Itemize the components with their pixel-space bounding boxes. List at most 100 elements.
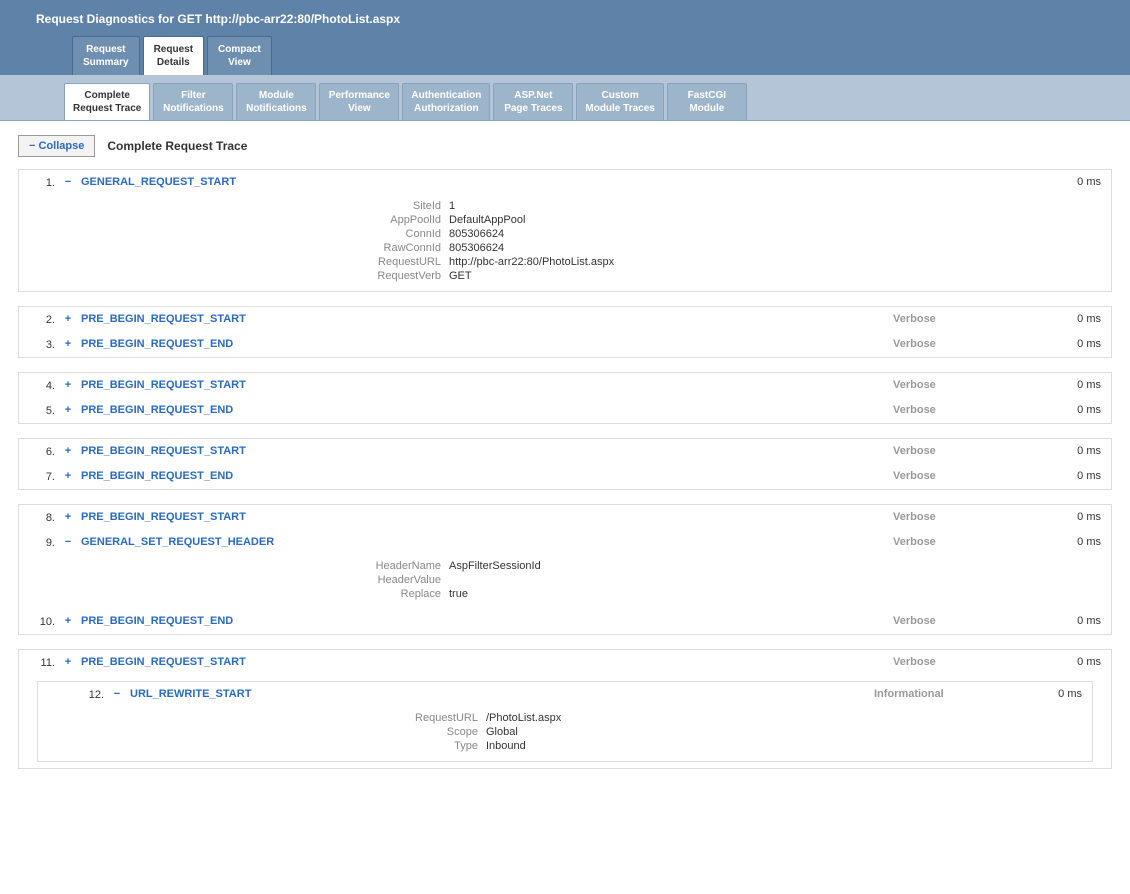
entry-name[interactable]: PRE_BEGIN_REQUEST_END [81, 470, 885, 482]
entry-time: 0 ms [1051, 470, 1101, 482]
entry-level: Verbose [893, 313, 1043, 325]
entry-name[interactable]: PRE_BEGIN_REQUEST_END [81, 615, 885, 627]
detail-row: HeaderValue [19, 573, 1111, 587]
collapse-button[interactable]: − Collapse [18, 135, 95, 157]
expand-icon[interactable]: + [63, 379, 73, 391]
trace-entry: 3.+PRE_BEGIN_REQUEST_ENDVerbose0 ms [19, 332, 1111, 357]
detail-key: RequestURL [19, 256, 449, 268]
entry-level: Verbose [893, 379, 1043, 391]
sub-tab[interactable]: FastCGIModule [667, 83, 747, 120]
page-title: Request Diagnostics for GET http://pbc-a… [8, 8, 1122, 36]
entry-name[interactable]: PRE_BEGIN_REQUEST_END [81, 404, 885, 416]
section-title: Complete Request Trace [107, 139, 247, 153]
entry-number: 7. [19, 470, 55, 483]
expand-icon[interactable]: + [63, 470, 73, 482]
sub-tab[interactable]: CustomModule Traces [576, 83, 663, 120]
expand-icon[interactable]: + [63, 445, 73, 457]
entry-number: 10. [19, 615, 55, 628]
collapse-row: − Collapse Complete Request Trace [18, 135, 1112, 157]
trace-group: 11. + PRE_BEGIN_REQUEST_START Verbose 0 ms12… [18, 649, 1112, 769]
header-bar: Request Diagnostics for GET http://pbc-a… [0, 0, 1130, 75]
expand-icon[interactable]: + [63, 313, 73, 325]
expand-icon[interactable]: + [63, 404, 73, 416]
entry-level: Verbose [893, 511, 1043, 523]
entry-time: 0 ms [1051, 404, 1101, 416]
sub-tab[interactable]: FilterNotifications [153, 83, 233, 120]
detail-value: Inbound [486, 740, 526, 752]
trace-groups: 1.−GENERAL_REQUEST_START0 msSiteId1AppPo… [18, 169, 1112, 769]
sub-tab[interactable]: CompleteRequest Trace [64, 83, 150, 120]
detail-value: DefaultAppPool [449, 214, 525, 226]
sub-tab[interactable]: ASP.NetPage Traces [493, 83, 573, 120]
entry-details: RequestURL/PhotoList.aspxScopeGlobalType… [56, 711, 1092, 753]
entry-name[interactable]: PRE_BEGIN_REQUEST_START [81, 656, 885, 668]
nested-group: 12.−URL_REWRITE_STARTInformational0 ms Re… [37, 681, 1093, 762]
entry-level: Verbose [893, 445, 1043, 457]
entry-number: 1. [19, 176, 55, 189]
detail-value: true [449, 588, 468, 600]
entry-number: 9. [19, 536, 55, 549]
expand-icon[interactable]: + [63, 656, 73, 668]
detail-row: TypeInbound [56, 739, 1092, 753]
entry-name[interactable]: GENERAL_REQUEST_START [81, 176, 885, 188]
entry-name[interactable]: URL_REWRITE_START [130, 688, 866, 700]
entry-time: 0 ms [1051, 338, 1101, 350]
detail-value: Global [486, 726, 518, 738]
entry-time: 0 ms [1051, 176, 1101, 188]
trace-group: 6.+PRE_BEGIN_REQUEST_STARTVerbose0 ms7.+… [18, 438, 1112, 490]
detail-key: SiteId [19, 200, 449, 212]
entry-number: 11. [19, 656, 55, 669]
detail-row: HeaderNameAspFilterSessionId [19, 559, 1111, 573]
trace-entry: 5.+PRE_BEGIN_REQUEST_ENDVerbose0 ms [19, 398, 1111, 423]
top-tab[interactable]: RequestSummary [72, 36, 140, 75]
detail-row: AppPoolIdDefaultAppPool [19, 213, 1111, 227]
detail-value: /PhotoList.aspx [486, 712, 561, 724]
detail-key: RequestURL [56, 712, 486, 724]
entry-number: 2. [19, 313, 55, 326]
expand-icon[interactable]: + [63, 615, 73, 627]
entry-time: 0 ms [1051, 511, 1101, 523]
top-tab[interactable]: CompactView [207, 36, 272, 75]
sub-tab[interactable]: ModuleNotifications [236, 83, 316, 120]
detail-key: RequestVerb [19, 270, 449, 282]
detail-key: HeaderName [19, 560, 449, 572]
detail-value: http://pbc-arr22:80/PhotoList.aspx [449, 256, 614, 268]
trace-entry: 9.−GENERAL_SET_REQUEST_HEADERVerbose0 ms [19, 530, 1111, 555]
entry-name[interactable]: PRE_BEGIN_REQUEST_START [81, 379, 885, 391]
sub-tab[interactable]: PerformanceView [319, 83, 399, 120]
detail-key: Replace [19, 588, 449, 600]
collapse-icon[interactable]: − [63, 176, 73, 188]
entry-level: Verbose [893, 338, 1043, 350]
expand-icon[interactable]: + [63, 511, 73, 523]
trace-group: 2.+PRE_BEGIN_REQUEST_STARTVerbose0 ms3.+… [18, 306, 1112, 358]
detail-row: Replacetrue [19, 587, 1111, 601]
entry-name[interactable]: PRE_BEGIN_REQUEST_START [81, 313, 885, 325]
top-tab[interactable]: RequestDetails [143, 36, 204, 75]
trace-entry: 12.−URL_REWRITE_STARTInformational0 ms [56, 682, 1092, 707]
collapse-icon[interactable]: − [63, 536, 73, 548]
detail-value: 1 [449, 200, 455, 212]
sub-tab[interactable]: AuthenticationAuthorization [402, 83, 490, 120]
detail-key: HeaderValue [19, 574, 449, 586]
detail-key: RawConnId [19, 242, 449, 254]
entry-time: 0 ms [1051, 536, 1101, 548]
entry-details: HeaderNameAspFilterSessionIdHeaderValueR… [19, 559, 1111, 601]
entry-level: Verbose [893, 656, 1043, 668]
trace-entry: 10.+PRE_BEGIN_REQUEST_ENDVerbose0 ms [19, 609, 1111, 634]
trace-group: 8.+PRE_BEGIN_REQUEST_STARTVerbose0 ms9.−… [18, 504, 1112, 635]
entry-name[interactable]: PRE_BEGIN_REQUEST_END [81, 338, 885, 350]
detail-row: RequestURL/PhotoList.aspx [56, 711, 1092, 725]
collapse-icon[interactable]: − [112, 688, 122, 700]
trace-group: 4.+PRE_BEGIN_REQUEST_STARTVerbose0 ms5.+… [18, 372, 1112, 424]
detail-key: Scope [56, 726, 486, 738]
entry-name[interactable]: PRE_BEGIN_REQUEST_START [81, 445, 885, 457]
detail-value: AspFilterSessionId [449, 560, 541, 572]
trace-entry: 6.+PRE_BEGIN_REQUEST_STARTVerbose0 ms [19, 439, 1111, 464]
entry-time: 0 ms [1032, 688, 1082, 700]
expand-icon[interactable]: + [63, 338, 73, 350]
entry-level: Verbose [893, 404, 1043, 416]
entry-name[interactable]: GENERAL_SET_REQUEST_HEADER [81, 536, 885, 548]
entry-name[interactable]: PRE_BEGIN_REQUEST_START [81, 511, 885, 523]
detail-row: ConnId805306624 [19, 227, 1111, 241]
entry-level: Verbose [893, 470, 1043, 482]
